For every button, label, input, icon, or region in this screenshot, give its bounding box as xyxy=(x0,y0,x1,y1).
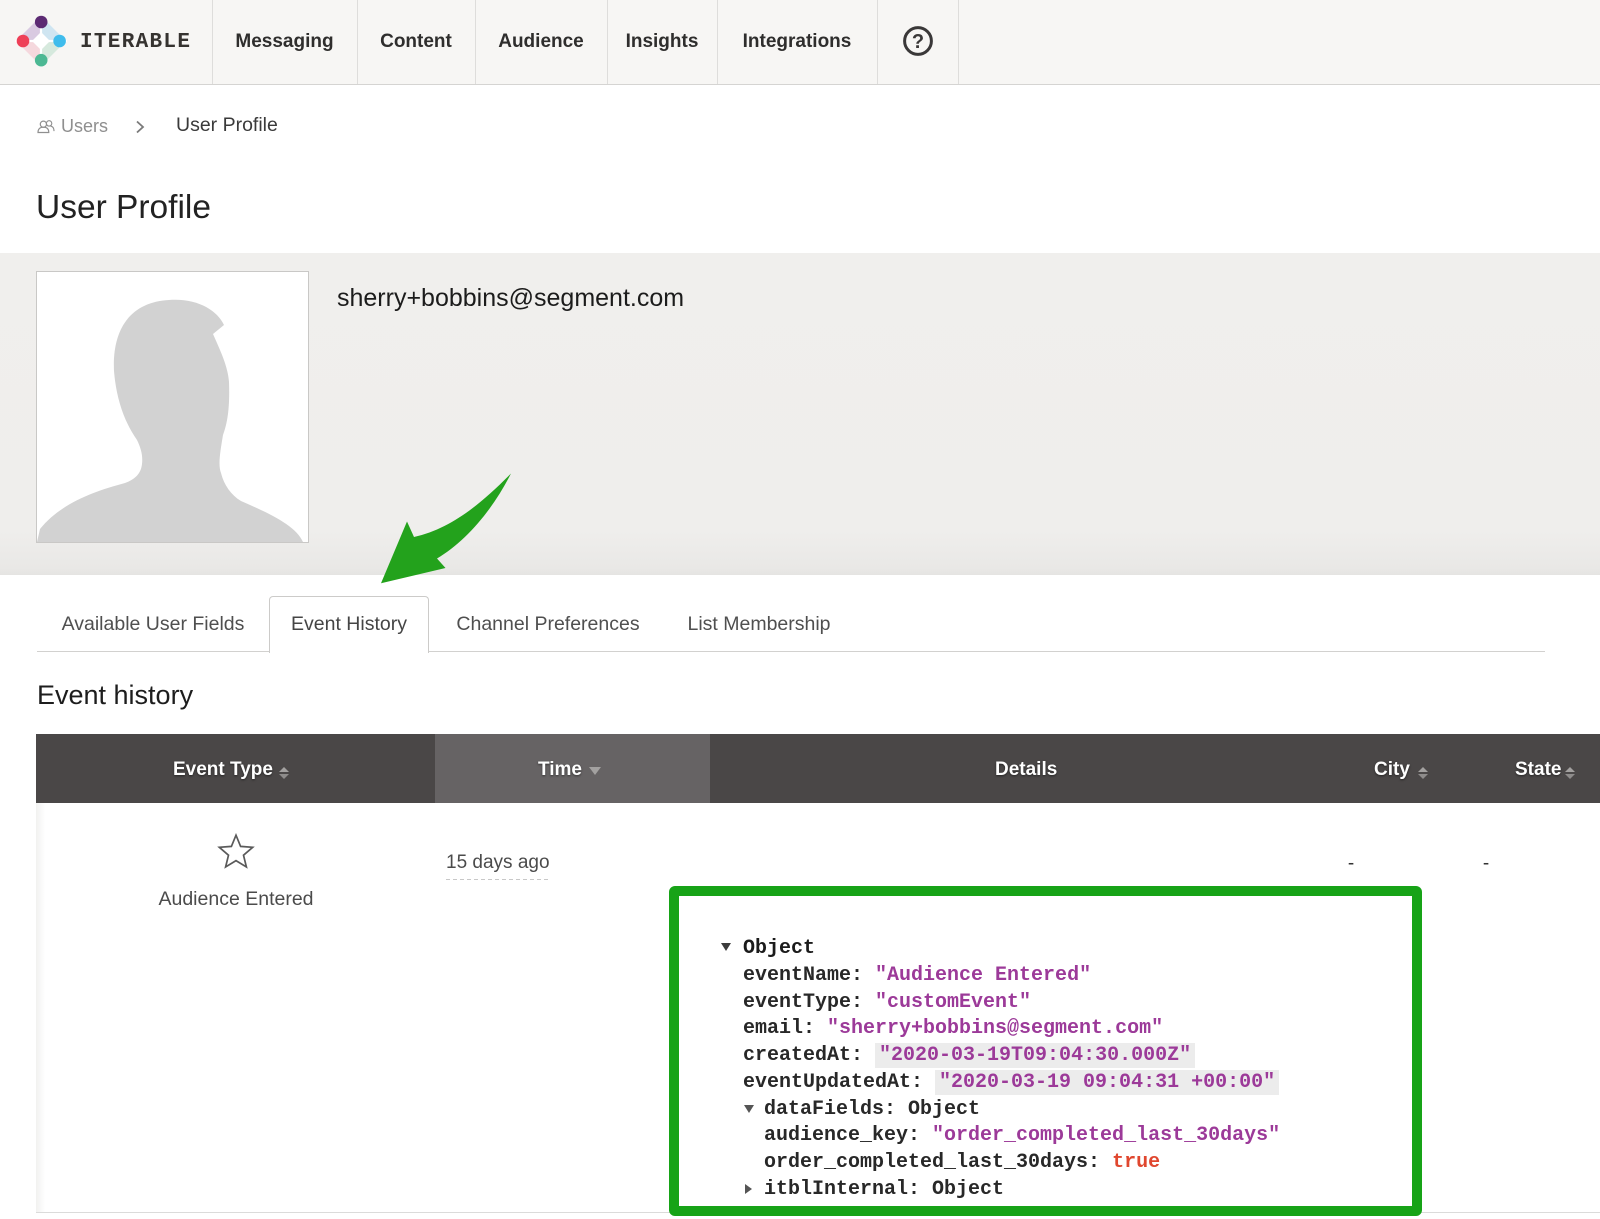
svg-text:?: ? xyxy=(912,31,924,53)
